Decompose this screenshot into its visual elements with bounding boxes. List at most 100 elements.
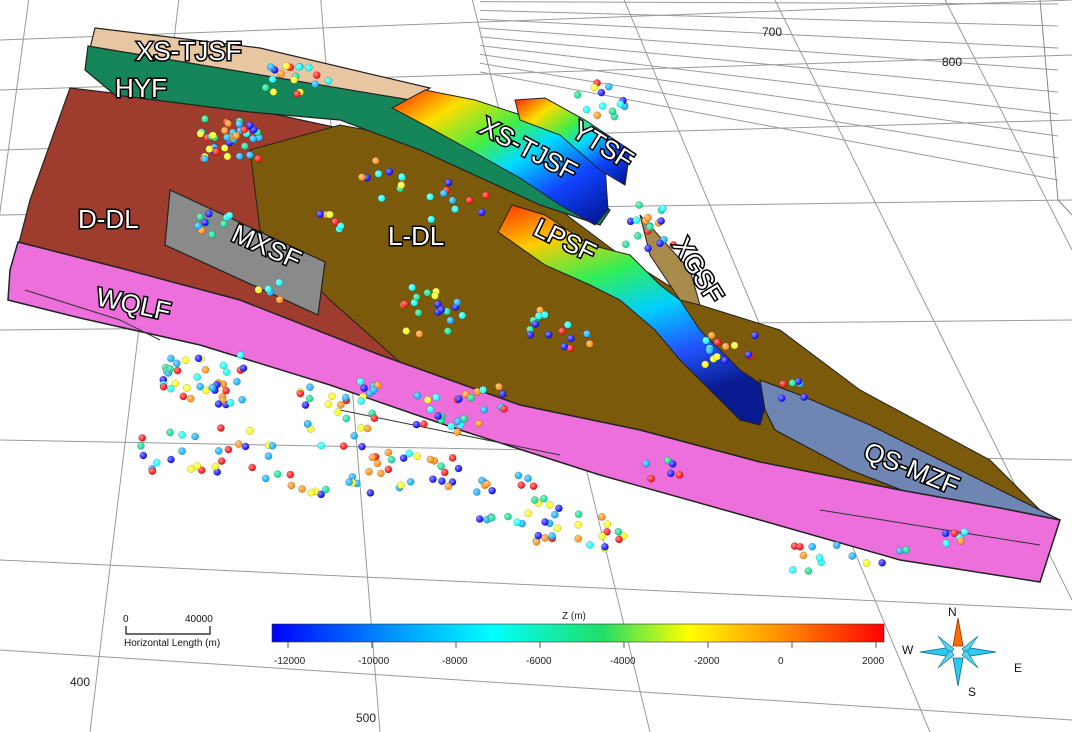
- model-view: XS-TJSF HYF D-DL MXSF L-DL XS-TJSF YTSF …: [0, 0, 1072, 732]
- earthquake-point-shade: [449, 454, 457, 462]
- label-xs-tjsf-top: XS-TJSF: [136, 36, 241, 66]
- earthquake-point-shade: [153, 459, 161, 467]
- earthquake-point-shade: [479, 386, 487, 394]
- earthquake-point-shade: [205, 145, 213, 153]
- earthquake-point-shade: [239, 364, 248, 372]
- earthquake-point-shade: [340, 442, 348, 450]
- earthquake-point-shade: [276, 296, 284, 304]
- earthquake-point-shade: [139, 451, 147, 460]
- earthquake-point-shade: [548, 532, 556, 540]
- earthquake-point-shade: [372, 157, 380, 165]
- earthquake-point-shade: [241, 142, 249, 150]
- earthquake-point-shade: [222, 387, 230, 395]
- earthquake-point-shade: [254, 155, 262, 163]
- earthquake-point-shade: [789, 566, 797, 574]
- earthquake-point-shade: [551, 511, 559, 519]
- earthquake-point-shade: [360, 384, 368, 392]
- earthquake-point-shade: [524, 474, 532, 482]
- earthquake-point-shade: [275, 279, 283, 287]
- earthquake-point-shade: [290, 76, 298, 84]
- earthquake-point-shade: [241, 442, 250, 451]
- earthquake-point-shade: [407, 478, 415, 486]
- earthquake-point-shade: [179, 392, 187, 400]
- earthquake-point-shade: [815, 554, 824, 562]
- earthquake-point-shade: [342, 414, 350, 423]
- earthquake-point-shade: [358, 443, 366, 451]
- grid-line-a: [944, 0, 1072, 251]
- grid-line-b: [0, 559, 1072, 611]
- earthquake-point-shade: [541, 518, 549, 526]
- earthquake-point-shade: [722, 342, 730, 351]
- earthquake-point-shade: [614, 528, 622, 536]
- earthquake-point-shade: [413, 392, 421, 400]
- earthquake-point-shade: [454, 464, 463, 473]
- earthquake-point-shade: [201, 155, 209, 163]
- earthquake-point-shade: [313, 71, 321, 79]
- earthquake-point-shade: [211, 462, 219, 471]
- colorbar-tick-label: -4000: [610, 656, 636, 667]
- earthquake-point-shade: [138, 434, 146, 442]
- grid-label-700: 700: [762, 25, 782, 39]
- earthquake-point-shade: [593, 111, 601, 119]
- earthquake-point-shade: [541, 534, 549, 542]
- colorbar-tick-label: -2000: [694, 656, 720, 667]
- earthquake-point-shade: [553, 524, 561, 532]
- earthquake-point-shade: [364, 424, 372, 433]
- earthquake-point-shade: [721, 356, 729, 364]
- earthquake-point-shade: [269, 88, 277, 96]
- earthquake-point-shade: [432, 393, 440, 401]
- earthquake-point-shade: [451, 205, 459, 213]
- earthquake-point-shade: [413, 293, 421, 301]
- earthquake-point-shade: [448, 196, 457, 204]
- colorbar-tick-label: 2000: [862, 656, 885, 667]
- earthquake-point-shade: [398, 173, 406, 181]
- earthquake-point-shade: [173, 359, 181, 367]
- earthquake-point-shade: [713, 338, 722, 346]
- earthquake-point-shade: [219, 361, 227, 369]
- earthquake-point-shade: [324, 400, 333, 408]
- earthquake-point-shade: [708, 331, 716, 339]
- earthquake-point-shade: [420, 420, 428, 428]
- earthquake-point-shade: [438, 477, 446, 485]
- compass-e: E: [1014, 661, 1022, 675]
- earthquake-point-shade: [415, 330, 423, 338]
- colorbar-tick-label: -12000: [274, 656, 306, 667]
- earthquake-point-shade: [878, 559, 886, 567]
- earthquake-point-shade: [167, 455, 175, 464]
- earthquake-point-shade: [560, 342, 568, 351]
- earthquake-point-shade: [702, 336, 710, 345]
- earthquake-point-shade: [447, 422, 455, 430]
- earthquake-point-shade: [378, 194, 386, 202]
- earthquake-point-shade: [238, 396, 246, 404]
- earthquake-point-shade: [942, 539, 950, 548]
- earthquake-point-shade: [848, 552, 856, 560]
- earthquake-point-shade: [961, 528, 969, 536]
- earthquake-point-shade: [215, 447, 223, 455]
- earthquake-point-shade: [488, 487, 496, 495]
- earthquake-point-shade: [751, 331, 759, 339]
- earthquake-point-shade: [236, 152, 244, 160]
- earthquake-point-shade: [453, 298, 461, 306]
- earthquake-point-shade: [137, 442, 145, 450]
- earthquake-point-shade: [601, 543, 609, 551]
- earthquake-point-shade: [358, 173, 366, 181]
- earthquake-point-shade: [426, 405, 435, 413]
- earthquake-point-shade: [545, 331, 553, 339]
- earthquake-point-shade: [326, 211, 334, 219]
- earthquake-point-shade: [431, 292, 439, 300]
- scale-bar-value: 40000: [185, 614, 213, 625]
- earthquake-point-shade: [642, 460, 650, 468]
- earthquake-point-shade: [429, 475, 437, 483]
- earthquake-point-shade: [583, 106, 591, 114]
- earthquake-point-shade: [424, 396, 432, 404]
- earthquake-point-shade: [305, 64, 313, 72]
- earthquake-point-shade: [277, 70, 285, 78]
- earthquake-point-shade: [298, 485, 306, 493]
- earthquake-point-shade: [634, 232, 642, 240]
- earthquake-point-shade: [574, 535, 582, 543]
- earthquake-point-shade: [220, 220, 228, 228]
- earthquake-point-shade: [575, 510, 583, 518]
- colorbar-tick-label: -8000: [442, 656, 468, 667]
- earthquake-point-shade: [546, 501, 554, 509]
- earthquake-point-shade: [205, 210, 213, 218]
